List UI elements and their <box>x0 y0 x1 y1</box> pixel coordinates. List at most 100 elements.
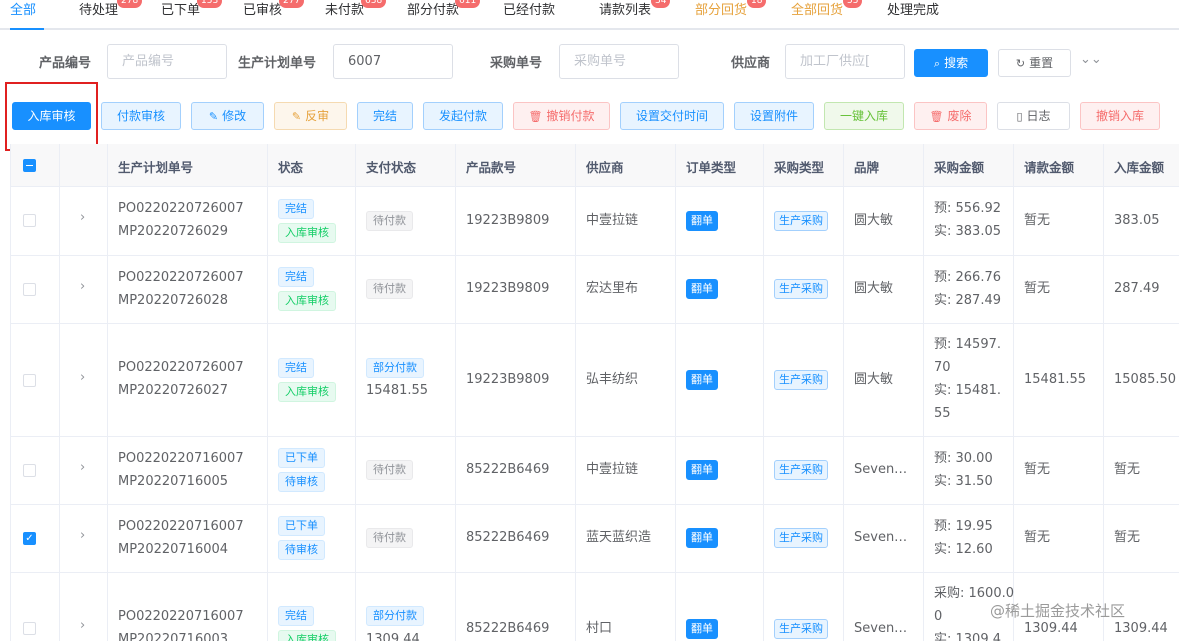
tab-badge: 611 <box>455 0 481 8</box>
one-click-stock-in-button[interactable]: 一键入库 <box>824 102 904 130</box>
row-checkbox[interactable] <box>23 283 36 296</box>
chevron-right-icon[interactable]: › <box>80 618 85 633</box>
purchase-no-input[interactable]: 采购单号 <box>559 44 679 79</box>
column-header: 请款金额 <box>1024 160 1075 175</box>
request-amount: 暂无 <box>1024 462 1051 477</box>
watermark: @稀土掘金技术社区 <box>990 602 1126 620</box>
purchase-amount: 预: 30.00 实: 31.50 <box>934 451 993 489</box>
chevron-right-icon[interactable]: › <box>80 528 85 543</box>
tab-all[interactable]: 全部 <box>10 0 36 30</box>
supplier-name: 蓝天蓝织造 <box>586 530 652 545</box>
tab-ordered[interactable]: 已下单 153 <box>161 0 223 30</box>
select-all-checkbox[interactable] <box>23 159 36 172</box>
tab-pending[interactable]: 待处理 278 <box>79 0 143 30</box>
column-header: 入库金额 <box>1114 160 1165 175</box>
status-badge: 完结 <box>278 267 314 287</box>
unreview-button[interactable]: ✎ 反审 <box>274 102 347 130</box>
column-header: 产品款号 <box>466 160 517 175</box>
set-delivery-time-button[interactable]: 设置交付时间 <box>620 102 724 130</box>
purchase-amount: 预: 14597. 70 实: 15481. 55 <box>934 337 1001 421</box>
product-code-label: 产品编号 <box>39 56 92 71</box>
status-badge: 入库审核 <box>278 382 336 402</box>
status-badge: 完结 <box>278 199 314 219</box>
row-checkbox[interactable] <box>23 374 36 387</box>
status-badge: 入库审核 <box>278 630 336 641</box>
pay-status-badge: 部分付款 <box>366 606 424 626</box>
revoke-payment-button[interactable]: 🗑 撤销付款 <box>513 102 610 130</box>
plan-no-input[interactable]: 6007 <box>333 44 453 79</box>
abolish-button[interactable]: 🗑 废除 <box>914 102 987 130</box>
request-amount: 暂无 <box>1024 213 1051 228</box>
chevron-right-icon[interactable]: › <box>80 210 85 225</box>
status-badge: 待审核 <box>278 540 325 560</box>
plan-number: PO0220220726007 MP20220726028 <box>118 270 244 308</box>
style-number: 85222B6469 <box>466 530 550 545</box>
brand-name: 圆大敏 <box>854 213 894 228</box>
highlight-annotation <box>5 82 98 151</box>
order-type-badge: 翻单 <box>686 279 718 299</box>
tab-reviewed[interactable]: 已审核 277 <box>243 0 305 30</box>
purchase-amount: 预: 266.76 实: 287.49 <box>934 270 1001 308</box>
edit-button[interactable]: ✎ 修改 <box>191 102 264 130</box>
request-amount: 15481.55 <box>1024 372 1087 387</box>
log-button[interactable]: ▯ 日志 <box>997 102 1070 130</box>
purchase-type-badge: 生产采购 <box>774 528 828 548</box>
brand-name: Seven… <box>854 530 908 545</box>
column-header: 支付状态 <box>366 160 417 175</box>
payment-review-button[interactable]: 付款审核 <box>101 102 181 130</box>
stock-in-amount: 15085.50 <box>1114 372 1177 387</box>
product-code-input[interactable]: 产品编号 <box>107 44 227 79</box>
column-header: 供应商 <box>586 160 624 175</box>
tab-request-list[interactable]: 请款列表 34 <box>599 0 671 30</box>
complete-button[interactable]: 完结 <box>357 102 413 130</box>
chevron-double-down-icon[interactable]: ⌄⌄ <box>1080 52 1102 67</box>
plan-no-label: 生产计划单号 <box>238 56 317 71</box>
status-badge: 已下单 <box>278 516 325 536</box>
tab-all-return[interactable]: 全部回货 55 <box>791 0 863 30</box>
search-button[interactable]: ⌕ 搜索 <box>914 49 988 77</box>
pay-status-badge: 部分付款 <box>366 358 424 378</box>
status-tabs: 全部 待处理 278 已下单 153 已审核 277 未付款 638 部分付款 611 已… <box>0 0 1179 30</box>
order-type-badge: 翻单 <box>686 460 718 480</box>
purchase-type-badge: 生产采购 <box>774 279 828 299</box>
row-checkbox[interactable] <box>23 214 36 227</box>
paid-amount: 1309.44 <box>366 632 420 641</box>
supplier-input[interactable]: 加工厂供应[ <box>785 44 905 79</box>
supplier-name: 村口 <box>586 621 613 636</box>
row-checkbox[interactable] <box>23 464 36 477</box>
row-checkbox[interactable] <box>23 622 36 635</box>
order-type-badge: 翻单 <box>686 211 718 231</box>
supplier-label: 供应商 <box>731 56 771 71</box>
tab-partial-return[interactable]: 部分回货 18 <box>695 0 767 30</box>
tab-partial-paid[interactable]: 部分付款 611 <box>407 0 481 30</box>
trash-icon: 🗑 <box>528 110 543 123</box>
pay-status-badge: 待付款 <box>366 279 413 299</box>
purchase-type-badge: 生产采购 <box>774 370 828 390</box>
column-header: 品牌 <box>854 160 880 175</box>
chevron-right-icon[interactable]: › <box>80 370 85 385</box>
supplier-name: 宏达里布 <box>586 281 639 296</box>
style-number: 19223B9809 <box>466 372 550 387</box>
brand-name: Seven… <box>854 462 908 477</box>
initiate-payment-button[interactable]: 发起付款 <box>423 102 503 130</box>
plan-number: PO0220220726007 MP20220726029 <box>118 201 244 239</box>
plan-number: PO0220220716007 MP20220716003 <box>118 609 244 641</box>
tab-done[interactable]: 处理完成 <box>887 0 939 30</box>
row-checkbox-checked[interactable]: ✓ <box>23 532 36 545</box>
style-number: 85222B6469 <box>466 462 550 477</box>
edit-icon: ✎ <box>208 110 219 123</box>
tab-paid[interactable]: 已经付款 <box>503 0 555 30</box>
revoke-stock-in-button[interactable]: 撤销入库 <box>1080 102 1160 130</box>
order-type-badge: 翻单 <box>686 619 718 639</box>
status-badge: 入库审核 <box>278 223 336 243</box>
stock-in-amount: 暂无 <box>1114 530 1141 545</box>
chevron-right-icon[interactable]: › <box>80 279 85 294</box>
status-badge: 待审核 <box>278 472 325 492</box>
stock-in-amount: 383.05 <box>1114 213 1160 228</box>
tab-badge: 153 <box>197 0 223 8</box>
set-attachment-button[interactable]: 设置附件 <box>734 102 814 130</box>
purchase-amount: 预: 19.95 实: 12.60 <box>934 519 993 557</box>
tab-unpaid[interactable]: 未付款 638 <box>325 0 387 30</box>
chevron-right-icon[interactable]: › <box>80 460 85 475</box>
reset-button[interactable]: ↻ 重置 <box>998 49 1071 77</box>
